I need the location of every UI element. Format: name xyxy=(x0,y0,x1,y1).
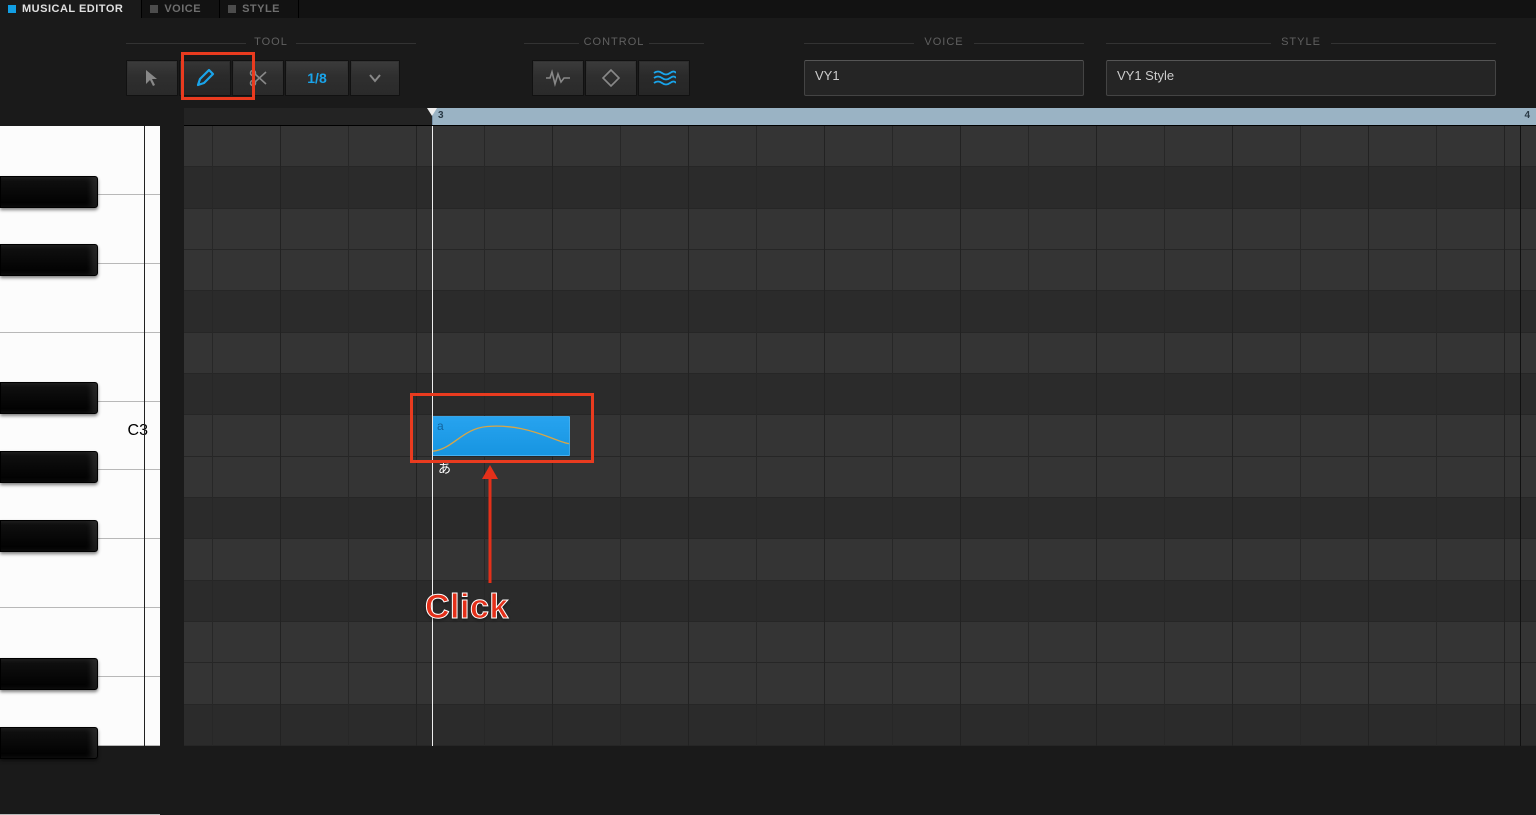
control-vibrato-button[interactable] xyxy=(638,60,690,96)
voice-value: VY1 xyxy=(815,68,840,83)
grid-row xyxy=(184,415,1536,456)
group-label: STYLE xyxy=(1106,36,1496,48)
tool-pointer-button[interactable] xyxy=(126,60,178,96)
control-waveform-button[interactable] xyxy=(532,60,584,96)
editor-main: 3 4 C3 a あ Click xyxy=(0,108,1536,746)
tab-indicator xyxy=(150,5,158,13)
piano-keyboard[interactable]: C3 xyxy=(0,126,160,746)
black-key[interactable] xyxy=(0,520,98,552)
group-label: VOICE xyxy=(804,36,1084,48)
black-key[interactable] xyxy=(0,244,98,276)
black-key[interactable] xyxy=(0,176,98,208)
tab-label: VOICE xyxy=(164,3,201,15)
tool-scissors-button[interactable] xyxy=(232,60,284,96)
tab-indicator xyxy=(228,5,236,13)
tab-label: MUSICAL EDITOR xyxy=(22,3,123,15)
grid-row xyxy=(184,622,1536,663)
style-value: VY1 Style xyxy=(1117,68,1174,83)
note-lyric: あ xyxy=(438,458,451,477)
piano-gutter xyxy=(160,126,184,746)
grid-row xyxy=(184,374,1536,415)
group-label: TOOL xyxy=(126,36,416,48)
grid-row xyxy=(184,539,1536,580)
tab-voice[interactable]: VOICE xyxy=(142,0,220,18)
pitch-curve xyxy=(433,417,569,455)
grid-row xyxy=(184,581,1536,622)
grid-row xyxy=(184,126,1536,167)
grid-row xyxy=(184,498,1536,539)
tab-style[interactable]: STYLE xyxy=(220,0,299,18)
grid-row xyxy=(184,333,1536,374)
control-expression-button[interactable] xyxy=(585,60,637,96)
annotation-click-label: Click xyxy=(425,588,509,627)
tab-active-indicator xyxy=(8,5,16,13)
grid-row xyxy=(184,457,1536,498)
tool-pencil-button[interactable] xyxy=(179,60,231,96)
toolbar: TOOL 1/8 CONTROL xyxy=(0,18,1536,108)
grid-row xyxy=(184,663,1536,704)
grid-row xyxy=(184,291,1536,332)
playhead-marker-icon[interactable] xyxy=(427,108,437,116)
grid-row xyxy=(184,250,1536,291)
annotation-arrow-icon xyxy=(480,465,500,585)
tab-label: STYLE xyxy=(242,3,280,15)
timeline-ruler[interactable]: 3 4 xyxy=(184,108,1536,126)
style-field[interactable]: VY1 Style xyxy=(1106,60,1496,96)
ruler-marker: 3 xyxy=(438,110,444,121)
piano-roll-grid[interactable]: a あ xyxy=(184,126,1536,746)
ruler-region xyxy=(432,108,1536,125)
black-key[interactable] xyxy=(0,658,98,690)
tab-musical-editor[interactable]: MUSICAL EDITOR xyxy=(0,0,142,18)
quantize-value-button[interactable]: 1/8 xyxy=(285,60,349,96)
note-body[interactable]: a xyxy=(432,416,570,456)
group-label: CONTROL xyxy=(524,36,704,48)
grid-row xyxy=(184,705,1536,746)
black-key[interactable] xyxy=(0,727,98,759)
quantize-menu-button[interactable] xyxy=(350,60,400,96)
editor-tabs: MUSICAL EDITOR VOICE STYLE xyxy=(0,0,1536,18)
ruler-marker: 4 xyxy=(1524,110,1530,121)
playhead[interactable] xyxy=(432,126,433,746)
grid-row xyxy=(184,167,1536,208)
black-key[interactable] xyxy=(0,451,98,483)
grid-row xyxy=(184,209,1536,250)
black-key[interactable] xyxy=(0,382,98,414)
voice-field[interactable]: VY1 xyxy=(804,60,1084,96)
